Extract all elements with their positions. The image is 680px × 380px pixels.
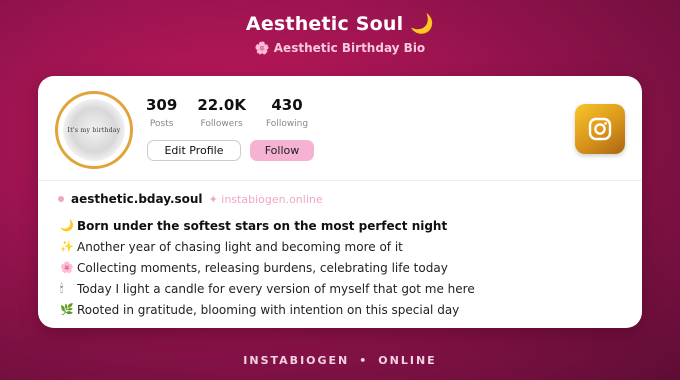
page-subtitle-text: Aesthetic Birthday Bio <box>273 41 426 55</box>
instagram-glyph <box>588 117 612 141</box>
stat-label: Posts <box>149 119 174 129</box>
moon-icon: 🌙 <box>60 219 74 232</box>
stat-value: 309 <box>146 96 178 114</box>
stat-following[interactable]: 430 Following <box>266 96 308 129</box>
profile-stats: 309 Posts 22.0K Followers 430 Following <box>146 96 328 129</box>
bio-text: Born under the softest stars on the most… <box>77 218 448 233</box>
flower-icon: 🌸 <box>254 41 270 55</box>
bio-line: 🌸 Collecting moments, releasing burdens,… <box>60 257 475 278</box>
profile-card: It's my birthday 309 Posts 22.0K Followe… <box>38 76 642 328</box>
website-link[interactable]: ✦ instabiogen.online <box>209 193 323 206</box>
stat-value: 22.0K <box>197 96 246 114</box>
bio-line: 🌙 Born under the softest stars on the mo… <box>60 215 475 236</box>
stat-posts[interactable]: 309 Posts <box>146 96 177 129</box>
stat-value: 430 <box>271 96 303 114</box>
sparkles-icon: ✨ <box>60 240 74 253</box>
moon-icon: 🌙 <box>410 13 435 35</box>
footer-brand: INSTABIOGEN • ONLINE <box>0 354 680 367</box>
stat-label: Following <box>265 119 309 129</box>
status-dot-icon <box>58 196 64 202</box>
candle-icon: 🕯 <box>60 281 64 295</box>
instagram-icon[interactable] <box>575 104 625 154</box>
footer-left-text: INSTABIOGEN <box>243 354 350 367</box>
card-divider <box>38 180 642 181</box>
bio-line: 🕯 Today I light a candle for every versi… <box>60 278 475 299</box>
bio-line: ✨ Another year of chasing light and beco… <box>60 236 475 257</box>
stat-label: Followers <box>200 119 243 129</box>
stat-followers[interactable]: 22.0K Followers <box>197 96 246 129</box>
bio-line: 🌿 Rooted in gratitude, blooming with int… <box>60 299 475 320</box>
page-title: Aesthetic Soul 🌙 <box>0 12 680 35</box>
bio-list: 🌙 Born under the softest stars on the mo… <box>60 215 475 320</box>
flower-icon: 🌸 <box>60 261 74 274</box>
username[interactable]: aesthetic.bday.soul <box>71 192 203 206</box>
bio-text: Collecting moments, releasing burdens, c… <box>77 260 448 275</box>
avatar[interactable]: It's my birthday <box>55 91 133 169</box>
bio-text: Another year of chasing light and becomi… <box>77 239 403 254</box>
follow-button[interactable]: Follow <box>250 140 314 161</box>
page-header: Aesthetic Soul 🌙 🌸 Aesthetic Birthday Bio <box>0 12 680 55</box>
handle-row: aesthetic.bday.soul ✦ instabiogen.online <box>58 192 323 206</box>
bio-text: Today I light a candle for every version… <box>77 281 475 296</box>
page-title-text: Aesthetic Soul <box>245 13 404 35</box>
footer-right-text: ONLINE <box>378 354 437 367</box>
avatar-image: It's my birthday <box>63 99 125 161</box>
bio-text: Rooted in gratitude, blooming with inten… <box>77 302 460 317</box>
footer-separator: • <box>359 354 369 367</box>
herb-icon: 🌿 <box>60 303 74 316</box>
edit-profile-button[interactable]: Edit Profile <box>147 140 241 161</box>
page-subtitle: 🌸 Aesthetic Birthday Bio <box>0 41 680 55</box>
avatar-caption: It's my birthday <box>67 126 121 134</box>
